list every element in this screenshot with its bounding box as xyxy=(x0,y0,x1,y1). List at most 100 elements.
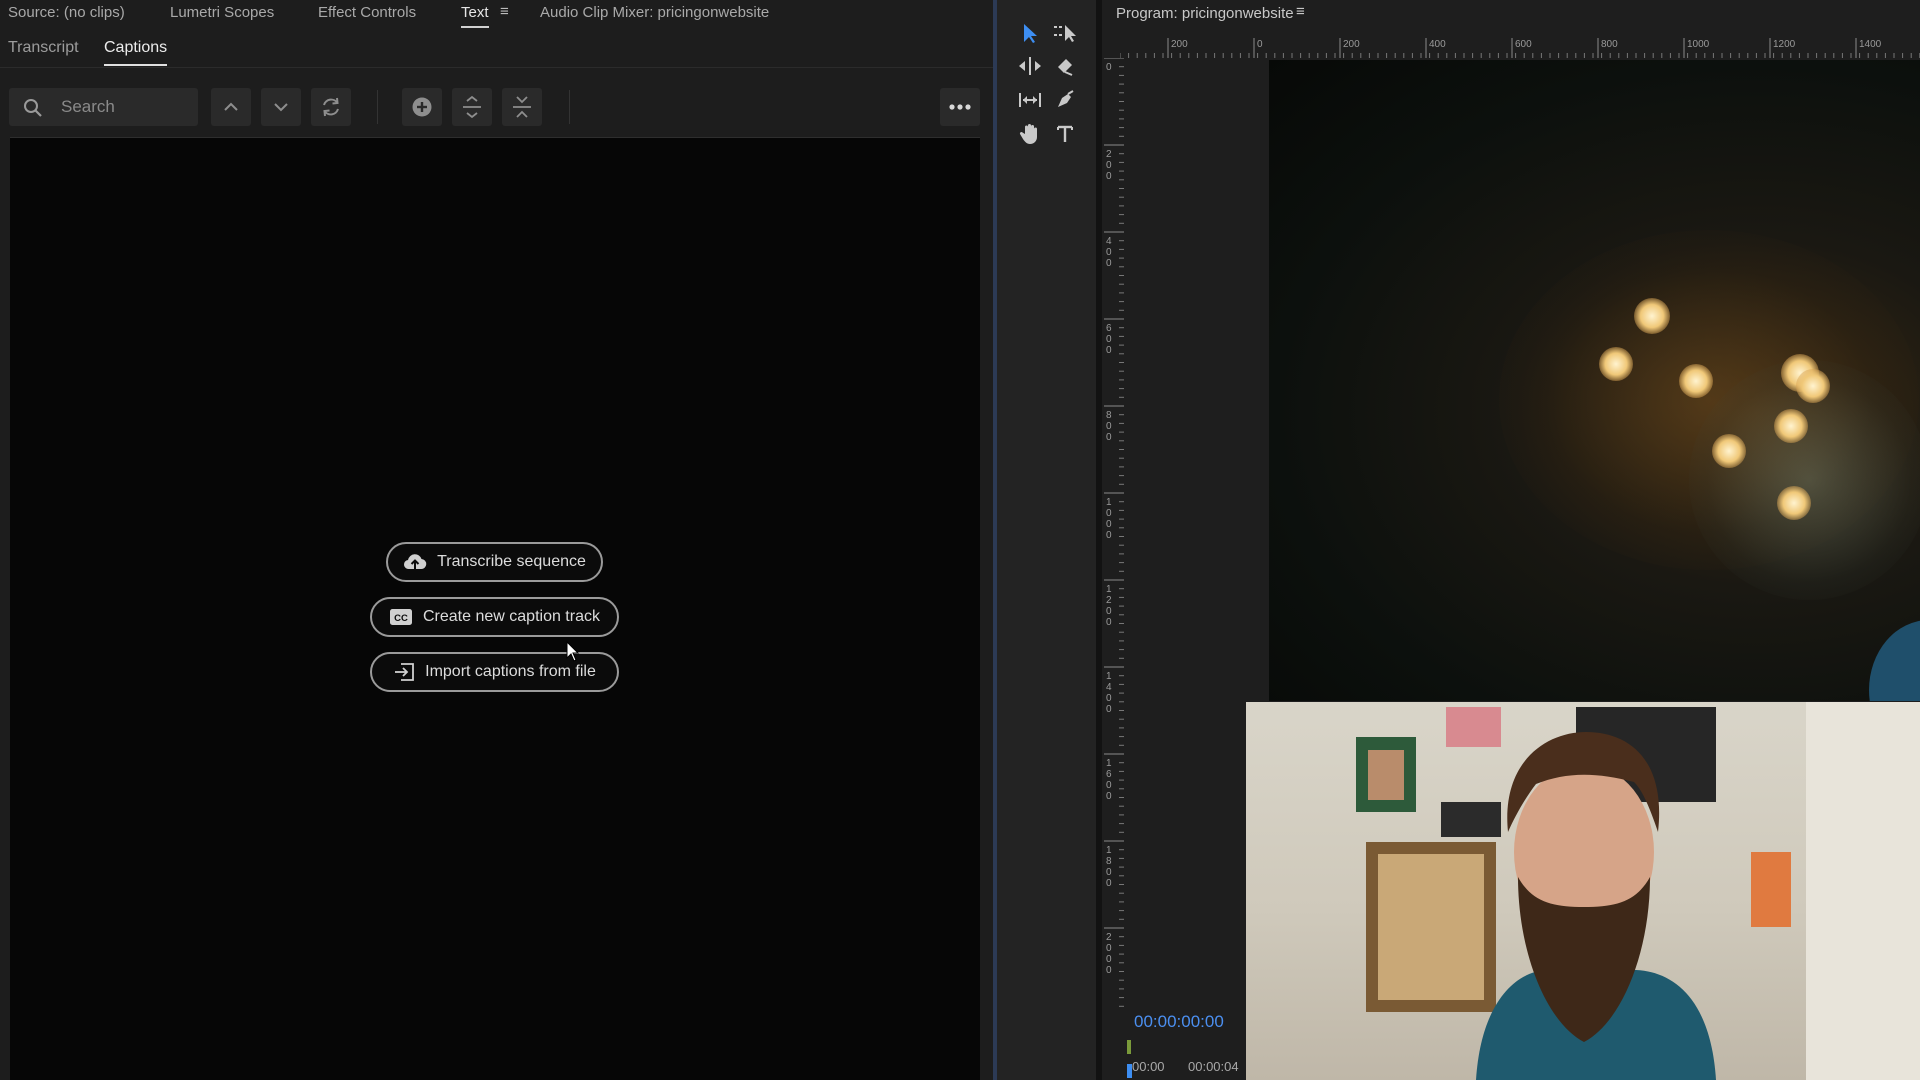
program-monitor: Program: pricingonwebsite ≡ 200 0 200 400 60… xyxy=(1102,0,1920,1080)
import-captions-label: Import captions from file xyxy=(425,663,596,680)
merge-icon xyxy=(513,96,531,118)
ruler-label: 200 xyxy=(1343,39,1360,50)
ruler-label: 0 xyxy=(1106,954,1112,965)
ruler-label: 400 xyxy=(1429,39,1446,50)
ruler-label: 0 xyxy=(1106,432,1112,443)
bokeh-light xyxy=(1777,486,1811,520)
ruler-label: 0 xyxy=(1106,519,1112,530)
chevron-down-icon xyxy=(274,103,288,112)
ruler-label: 6 xyxy=(1106,769,1112,780)
ripple-edit-tool[interactable] xyxy=(1014,51,1046,81)
refresh-icon xyxy=(323,97,339,117)
ruler-label: 1 xyxy=(1106,497,1112,508)
svg-text:CC: CC xyxy=(394,613,408,624)
ruler-label: 1200 xyxy=(1773,39,1796,50)
bokeh-light xyxy=(1712,434,1746,468)
playhead-timecode[interactable]: 00:00:00:00 xyxy=(1134,1012,1224,1032)
panel-menu-icon[interactable]: ≡ xyxy=(500,3,509,20)
text-panel: Source: (no clips) Lumetri Scopes Effect… xyxy=(0,0,993,1080)
ruler-label: 0 xyxy=(1106,704,1112,715)
mouse-cursor-icon xyxy=(566,641,580,662)
slip-tool[interactable] xyxy=(1014,85,1046,115)
ruler-label: 0 xyxy=(1106,334,1112,345)
selection-arrow-icon xyxy=(1024,24,1037,43)
program-menu-icon[interactable]: ≡ xyxy=(1296,3,1305,20)
ruler-label: 0 xyxy=(1106,617,1112,628)
ruler-label: 0 xyxy=(1106,867,1112,878)
ruler-label: 0 xyxy=(1106,693,1112,704)
transcribe-sequence-button[interactable]: Transcribe sequence xyxy=(386,542,603,582)
ruler-label: 0 xyxy=(1106,421,1112,432)
ruler-label: 0 xyxy=(1106,791,1112,802)
merge-captions-button[interactable] xyxy=(502,88,542,126)
add-caption-button[interactable] xyxy=(402,88,442,126)
toolbar-divider xyxy=(569,90,570,124)
tab-source[interactable]: Source: (no clips) xyxy=(8,4,125,21)
tab-text-label: Text xyxy=(461,4,489,21)
toolbar-divider xyxy=(377,90,378,124)
ruler-label: 0 xyxy=(1106,62,1112,73)
tab-audio-clip-mixer[interactable]: Audio Clip Mixer: pricingonwebsite xyxy=(540,4,769,21)
ruler-label: 6 xyxy=(1106,323,1112,334)
ruler-label: 8 xyxy=(1106,410,1112,421)
program-monitor-title[interactable]: Program: pricingonwebsite xyxy=(1116,5,1294,22)
pen-icon xyxy=(1058,90,1074,107)
import-captions-button[interactable]: Import captions from file xyxy=(370,652,619,692)
slip-icon xyxy=(1019,93,1041,107)
split-icon xyxy=(463,95,481,119)
captions-toolbar xyxy=(0,82,993,132)
bokeh-light xyxy=(1634,298,1670,334)
track-select-tool[interactable] xyxy=(1049,18,1081,48)
more-options-button[interactable] xyxy=(940,88,980,126)
next-button[interactable] xyxy=(261,88,301,126)
sub-tab-bar: Transcript Captions xyxy=(0,32,993,68)
ruler-label: 4 xyxy=(1106,682,1112,693)
search-box[interactable] xyxy=(9,88,198,126)
ruler-label: 1000 xyxy=(1687,39,1710,50)
ruler-label: 2 xyxy=(1106,932,1112,943)
bokeh-light xyxy=(1796,369,1830,403)
hand-tool[interactable] xyxy=(1014,119,1046,149)
presenter-image xyxy=(1356,702,1920,1080)
horizontal-ruler: 200 0 200 400 600 800 1000 1200 1400 xyxy=(1120,38,1920,58)
type-tool[interactable] xyxy=(1049,119,1081,149)
ruler-label: 0 xyxy=(1106,345,1112,356)
search-icon xyxy=(24,99,42,117)
pen-tool[interactable] xyxy=(1049,85,1081,115)
ruler-label: 1 xyxy=(1106,758,1112,769)
ruler-label: 0 xyxy=(1257,39,1263,50)
razor-tool[interactable] xyxy=(1049,51,1081,81)
razor-icon xyxy=(1058,59,1073,76)
ruler-label: 1 xyxy=(1106,584,1112,595)
tab-transcript[interactable]: Transcript xyxy=(8,39,79,57)
cloud-upload-icon xyxy=(404,554,427,570)
tab-lumetri-scopes[interactable]: Lumetri Scopes xyxy=(170,4,274,21)
refresh-button[interactable] xyxy=(311,88,351,126)
ruler-label: 0 xyxy=(1106,943,1112,954)
ruler-label: 600 xyxy=(1515,39,1532,50)
ruler-label: 0 xyxy=(1106,606,1112,617)
ruler-label: 4 xyxy=(1106,236,1112,247)
ruler-label: 0 xyxy=(1106,258,1112,269)
selection-tool[interactable] xyxy=(1014,18,1046,48)
tab-captions[interactable]: Captions xyxy=(104,39,168,66)
previous-button[interactable] xyxy=(211,88,251,126)
split-caption-button[interactable] xyxy=(452,88,492,126)
ruler-label: 2 xyxy=(1106,595,1112,606)
time-ruler-start: 00:00 xyxy=(1132,1059,1165,1074)
ruler-label: 1 xyxy=(1106,845,1112,856)
tab-captions-label: Captions xyxy=(104,39,168,56)
search-input[interactable] xyxy=(61,88,191,126)
ruler-label: 0 xyxy=(1106,508,1112,519)
ruler-label: 0 xyxy=(1106,780,1112,791)
shoulder-edge xyxy=(1869,620,1920,701)
chevron-up-icon xyxy=(224,102,238,111)
transcribe-sequence-label: Transcribe sequence xyxy=(437,553,586,570)
tab-text[interactable]: Text xyxy=(461,4,489,28)
bokeh-light xyxy=(1599,347,1633,381)
tools-panel xyxy=(997,0,1096,1080)
create-caption-track-button[interactable]: CC Create new caption track xyxy=(370,597,619,637)
panel-tab-bar: Source: (no clips) Lumetri Scopes Effect… xyxy=(0,0,993,28)
picture-in-picture xyxy=(1246,702,1920,1080)
tab-effect-controls[interactable]: Effect Controls xyxy=(318,4,416,21)
